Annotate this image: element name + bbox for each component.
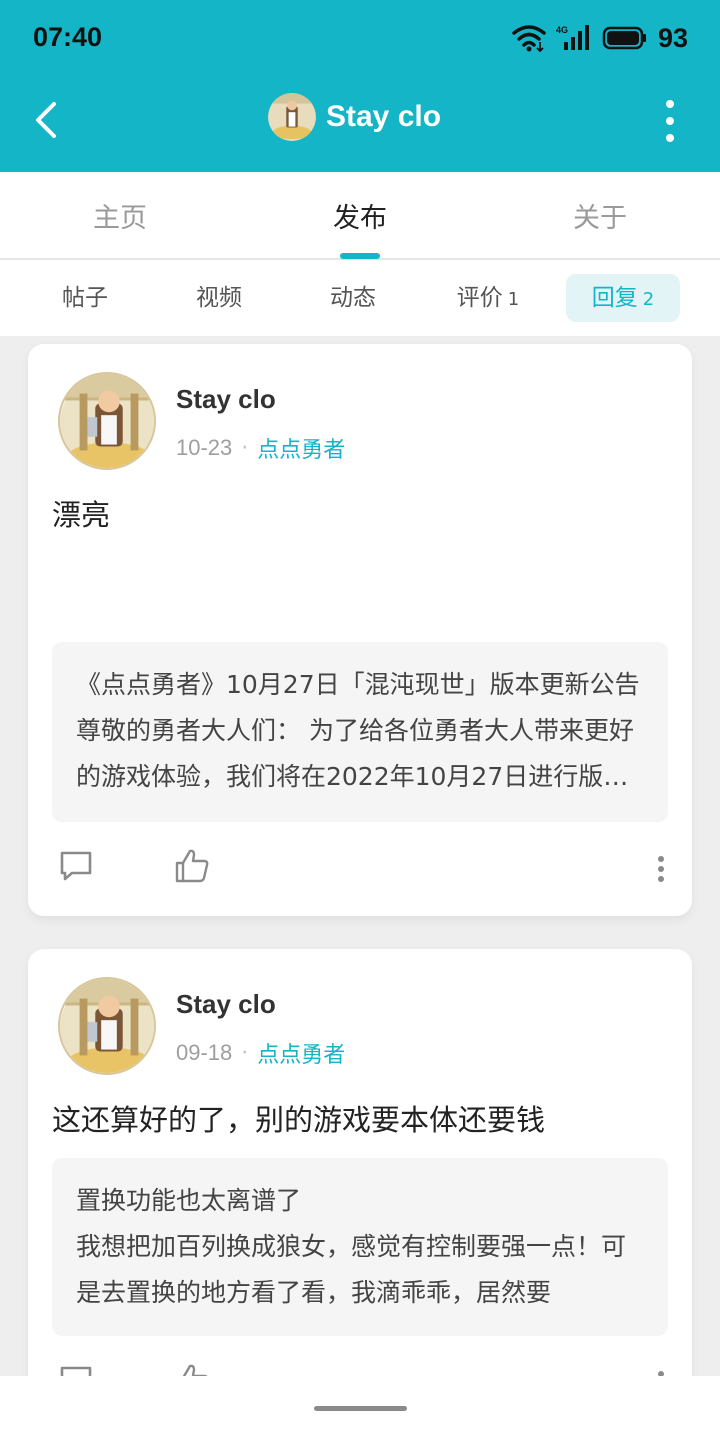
active-tab-indicator (340, 253, 380, 259)
more-options-icon[interactable] (654, 854, 668, 884)
header-avatar (268, 93, 316, 141)
post-meta: 10-23 · 点点勇者 (176, 432, 345, 464)
subtab-moments[interactable]: 动态 (306, 274, 400, 322)
quoted-post-title: 《点点勇者》10月27日「混沌现世」版本更新公告 (76, 670, 640, 699)
subtab-label: 评价 (456, 285, 503, 311)
game-link[interactable]: 点点勇者 (257, 1037, 345, 1069)
quoted-post-title: 置换功能也太离谱了 (76, 1186, 302, 1215)
page-title: Stay clo (326, 100, 442, 133)
profile-tabs: 主页 发布 关于 (0, 172, 720, 260)
subtab-label: 回复 (591, 285, 638, 311)
cellular-signal-icon: 4G (556, 25, 589, 50)
tab-about[interactable]: 关于 (540, 196, 660, 235)
network-type-label: 4G (556, 25, 568, 35)
avatar[interactable] (58, 372, 156, 470)
subtab-count: 2 (642, 289, 655, 310)
status-bar: 07:40 4G 93 (0, 0, 720, 76)
content-filter-tabs: 帖子 视频 动态 评价 1 回复 2 (0, 260, 720, 336)
reply-card[interactable]: Stay clo 10-23 · 点点勇者 漂亮 《点点勇者》10月27日「混沌… (28, 344, 692, 916)
status-time: 07:40 (33, 22, 103, 52)
reply-text: 漂亮 (52, 498, 111, 532)
subtab-reviews[interactable]: 评价 1 (440, 274, 536, 322)
system-nav-bar (0, 1376, 720, 1440)
subtab-videos[interactable]: 视频 (172, 274, 266, 322)
comment-icon[interactable] (58, 848, 94, 884)
post-date: 10-23 (176, 435, 233, 460)
author-name[interactable]: Stay clo (176, 989, 276, 1020)
profile-title: Stay clo (268, 93, 441, 141)
quoted-post-body: 我想把加百列换成狼女，感觉有控制要强一点！可是去置换的地方看了看，我滴乖乖，居然… (76, 1232, 627, 1307)
battery-icon (602, 26, 646, 50)
tab-home[interactable]: 主页 (60, 196, 180, 235)
subtab-posts[interactable]: 帖子 (38, 274, 132, 322)
quoted-post[interactable]: 《点点勇者》10月27日「混沌现世」版本更新公告 尊敬的勇者大人们： 为了给各位… (52, 642, 668, 822)
subtab-replies[interactable]: 回复 2 (566, 274, 680, 322)
post-meta: 09-18 · 点点勇者 (176, 1037, 345, 1069)
status-icons: 4G 93 (512, 20, 688, 56)
quoted-post-body: 尊敬的勇者大人们： 为了给各位勇者大人带来更好的游戏体验，我们将在2022年10… (76, 716, 634, 791)
subtab-label: 帖子 (62, 285, 108, 311)
meta-separator: · (241, 1040, 249, 1066)
subtab-label: 视频 (196, 285, 242, 311)
tab-published[interactable]: 发布 (300, 196, 420, 235)
subtab-count: 1 (507, 289, 520, 310)
home-indicator[interactable] (314, 1406, 407, 1411)
back-arrow-icon[interactable] (24, 96, 72, 144)
author-name[interactable]: Stay clo (176, 384, 276, 415)
meta-separator: · (241, 435, 249, 461)
app-bar: Stay clo (0, 76, 720, 172)
reply-card[interactable]: Stay clo 09-18 · 点点勇者 这还算好的了，别的游戏要本体还要钱 … (28, 949, 692, 1440)
subtab-label: 动态 (330, 285, 376, 311)
post-date: 09-18 (176, 1040, 233, 1065)
quoted-post[interactable]: 置换功能也太离谱了 我想把加百列换成狼女，感觉有控制要强一点！可是去置换的地方看… (52, 1158, 668, 1336)
battery-level: 93 (657, 22, 688, 53)
wifi-icon (512, 25, 546, 52)
like-icon[interactable] (174, 848, 210, 884)
more-vertical-icon[interactable] (660, 98, 680, 144)
game-link[interactable]: 点点勇者 (257, 432, 345, 464)
reply-text: 这还算好的了，别的游戏要本体还要钱 (52, 1103, 546, 1137)
avatar[interactable] (58, 977, 156, 1075)
